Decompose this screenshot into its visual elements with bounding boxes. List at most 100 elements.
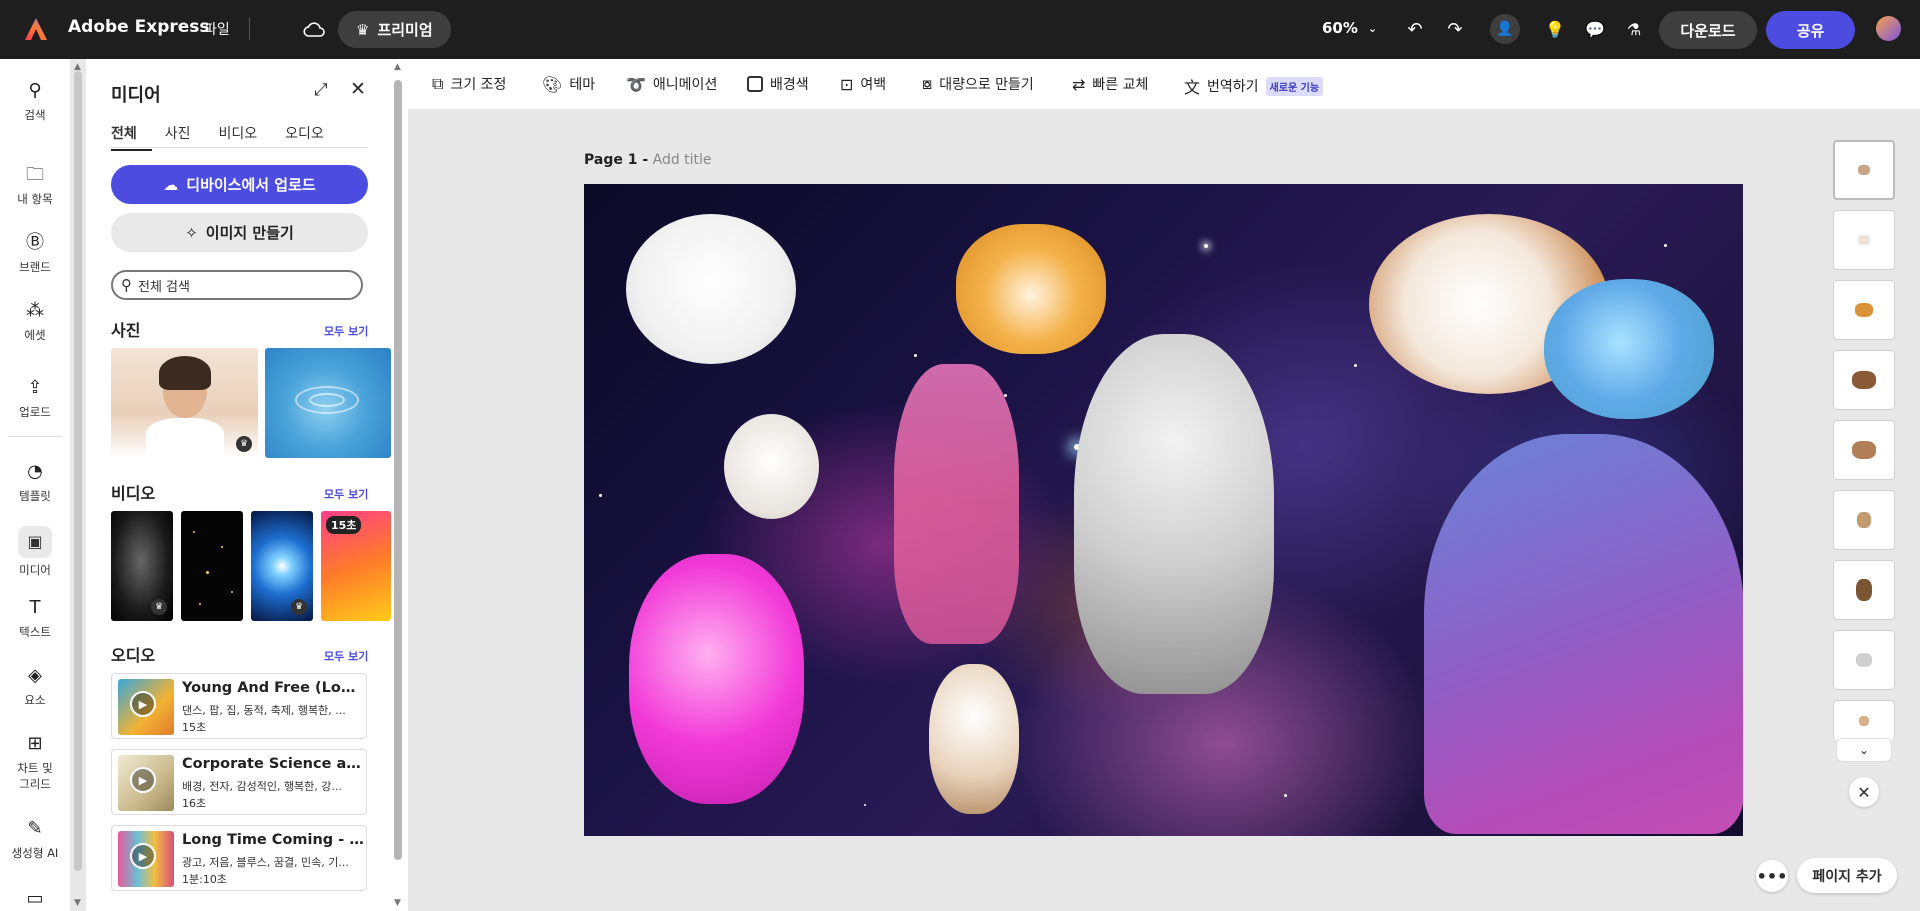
template-icon: ◔ (27, 461, 43, 482)
animation-button[interactable]: ➰ 애니메이션 (626, 74, 717, 94)
expand-icon[interactable]: ⤢ (314, 80, 328, 100)
close-icon[interactable]: ✕ (1849, 777, 1879, 807)
rail-label: 브랜드 (19, 260, 51, 274)
upload-from-device-button[interactable]: ☁ 디바이스에서 업로드 (111, 165, 368, 204)
video-thumbnail[interactable]: ♛ (251, 511, 313, 621)
rail-item-assets[interactable]: ⁂ 에셋 (0, 299, 70, 343)
undo-icon[interactable]: ↶ (1400, 14, 1430, 44)
purple-tabby-cat[interactable] (1424, 434, 1743, 834)
rail-label: 미디어 (19, 563, 51, 577)
rail-item-text[interactable]: T 텍스트 (0, 596, 70, 640)
premium-crown-icon: ♛ (151, 599, 167, 615)
chevron-down-icon[interactable]: ⌄ (1836, 738, 1892, 762)
panel-scrollbar[interactable] (394, 71, 402, 901)
rail-item-brand[interactable]: Ⓑ 브랜드 (0, 231, 70, 275)
page-thumbnail[interactable] (1833, 490, 1895, 550)
rail-item-charts-grids[interactable]: ⊞ 차트 및 그리드 (0, 732, 70, 792)
bulk-create-button[interactable]: ⧇ 대량으로 만들기 (922, 74, 1034, 94)
play-icon[interactable]: ▶ (130, 691, 156, 717)
video-thumbnail[interactable]: 15초 (321, 511, 391, 621)
more-options-icon[interactable]: ••• (1756, 860, 1788, 892)
rail-item-media[interactable]: ▣ 미디어 (0, 526, 70, 578)
rail-label: 텍스트 (19, 625, 51, 639)
divider (249, 18, 250, 40)
canvas-artwork[interactable] (584, 184, 1743, 836)
duration-badge: 15초 (326, 516, 362, 534)
page-title-input[interactable]: Add title (653, 152, 712, 168)
gray-cat[interactable] (1074, 334, 1274, 694)
scroll-down-arrow-icon[interactable]: ▼ (394, 898, 401, 908)
video-thumbnail[interactable] (181, 511, 243, 621)
hamster[interactable] (956, 224, 1106, 354)
scroll-down-arrow-icon[interactable]: ▼ (74, 898, 81, 908)
rail-scrollbar[interactable] (74, 71, 82, 871)
pink-cat[interactable] (894, 364, 1019, 644)
rail-item-my-stuff[interactable]: 🗀 내 항목 (0, 163, 70, 207)
rail-item-search[interactable]: ⚲ 검색 (0, 79, 70, 123)
make-image-button[interactable]: ✧ 이미지 만들기 (111, 213, 368, 252)
upload-label: 디바이스에서 업로드 (186, 176, 316, 194)
white-hamster[interactable] (724, 414, 819, 519)
audio-list-item[interactable]: ▶ Young And Free (Loop1) 댄스, 팝, 집, 동적, 축… (111, 673, 367, 739)
make-image-label: 이미지 만들기 (205, 224, 294, 242)
rail-item-upload[interactable]: ⇪ 업로드 (0, 376, 70, 420)
page-thumbnail[interactable] (1833, 350, 1895, 410)
videos-see-all-link[interactable]: 모두 보기 (324, 486, 368, 502)
audio-duration: 16초 (182, 797, 207, 810)
premium-button[interactable]: ♛ 프리미엄 (338, 11, 451, 48)
invite-user-icon[interactable]: 👤 (1490, 14, 1520, 44)
pink-scottish-fold-cat[interactable] (629, 554, 804, 804)
add-page-button[interactable]: 페이지 추가 (1797, 858, 1897, 893)
download-button[interactable]: 다운로드 (1659, 11, 1757, 49)
page-thumbnail[interactable] (1833, 140, 1895, 200)
flask-icon[interactable]: ⚗ (1619, 14, 1649, 44)
page-thumbnail[interactable] (1833, 210, 1895, 270)
play-icon[interactable]: ▶ (130, 767, 156, 793)
rail-item-generative-ai[interactable]: ✎ 생성형 AI (0, 817, 70, 861)
theme-button[interactable]: 🎨︎ 테마 (542, 74, 595, 94)
photo-thumbnail[interactable] (265, 348, 391, 458)
standing-hamster[interactable] (929, 664, 1019, 814)
media-panel: 미디어 ⤢ ✕ 전체 사진 비디오 오디오 ☁ 디바이스에서 업로드 ✧ 이미지… (86, 59, 408, 911)
page-thumbnail[interactable] (1833, 280, 1895, 340)
page-thumbnail[interactable] (1833, 700, 1895, 740)
close-icon[interactable]: ✕ (350, 78, 366, 100)
share-button[interactable]: 공유 (1766, 11, 1855, 49)
photos-see-all-link[interactable]: 모두 보기 (324, 323, 368, 339)
video-thumbnail[interactable]: ♛ (111, 511, 173, 621)
palette-icon: 🎨︎ (542, 74, 563, 94)
rail-item-more[interactable]: ▭ (0, 887, 70, 911)
rail-label: 요소 (24, 693, 46, 707)
redo-icon[interactable]: ↷ (1440, 14, 1470, 44)
play-icon[interactable]: ▶ (130, 843, 156, 869)
blue-guinea-pig[interactable] (1544, 279, 1714, 419)
page-thumbnail[interactable] (1833, 420, 1895, 480)
page-thumbnail[interactable] (1833, 630, 1895, 690)
avatar[interactable] (1876, 16, 1901, 41)
comment-icon[interactable]: 💬 (1580, 14, 1610, 44)
calendar-icon: ▭ (26, 888, 44, 909)
page-thumbnail[interactable] (1833, 560, 1895, 620)
white-puppy[interactable] (626, 214, 796, 364)
adobe-express-logo-icon[interactable] (22, 15, 50, 43)
sparkle-image-icon: ✧ (185, 223, 198, 242)
file-menu[interactable]: 파일 (204, 19, 230, 39)
panel-scrollbar-thumb[interactable] (394, 80, 402, 860)
cloud-icon[interactable] (299, 15, 329, 45)
rail-item-templates[interactable]: ◔ 템플릿 (0, 460, 70, 504)
audio-list-item[interactable]: ▶ Corporate Science and ... 배경, 전자, 감성적인… (111, 749, 367, 815)
lightbulb-icon[interactable]: 💡 (1540, 14, 1570, 44)
scroll-up-arrow-icon[interactable]: ▲ (394, 62, 401, 72)
audio-see-all-link[interactable]: 모두 보기 (324, 648, 368, 664)
resize-button[interactable]: ⧉ 크기 조정 (432, 74, 506, 94)
photo-thumbnail[interactable]: ♛ (111, 348, 258, 458)
zoom-dropdown[interactable]: 60% ⌄ (1322, 19, 1377, 37)
search-input[interactable]: ⚲ 전체 검색 (111, 270, 363, 300)
translate-button[interactable]: 文 번역하기 새로운 기능 (1184, 74, 1324, 98)
background-color-button[interactable]: 배경색 (747, 74, 809, 94)
rail-item-elements[interactable]: ◈ 요소 (0, 664, 70, 708)
padding-button[interactable]: ⊡ 여백 (840, 74, 886, 94)
audio-list-item[interactable]: ▶ Long Time Coming - Lo... 광고, 저음, 블루스, … (111, 825, 367, 891)
quick-replace-button[interactable]: ⇄ 빠른 교체 (1072, 74, 1148, 94)
rail-divider (8, 436, 62, 437)
